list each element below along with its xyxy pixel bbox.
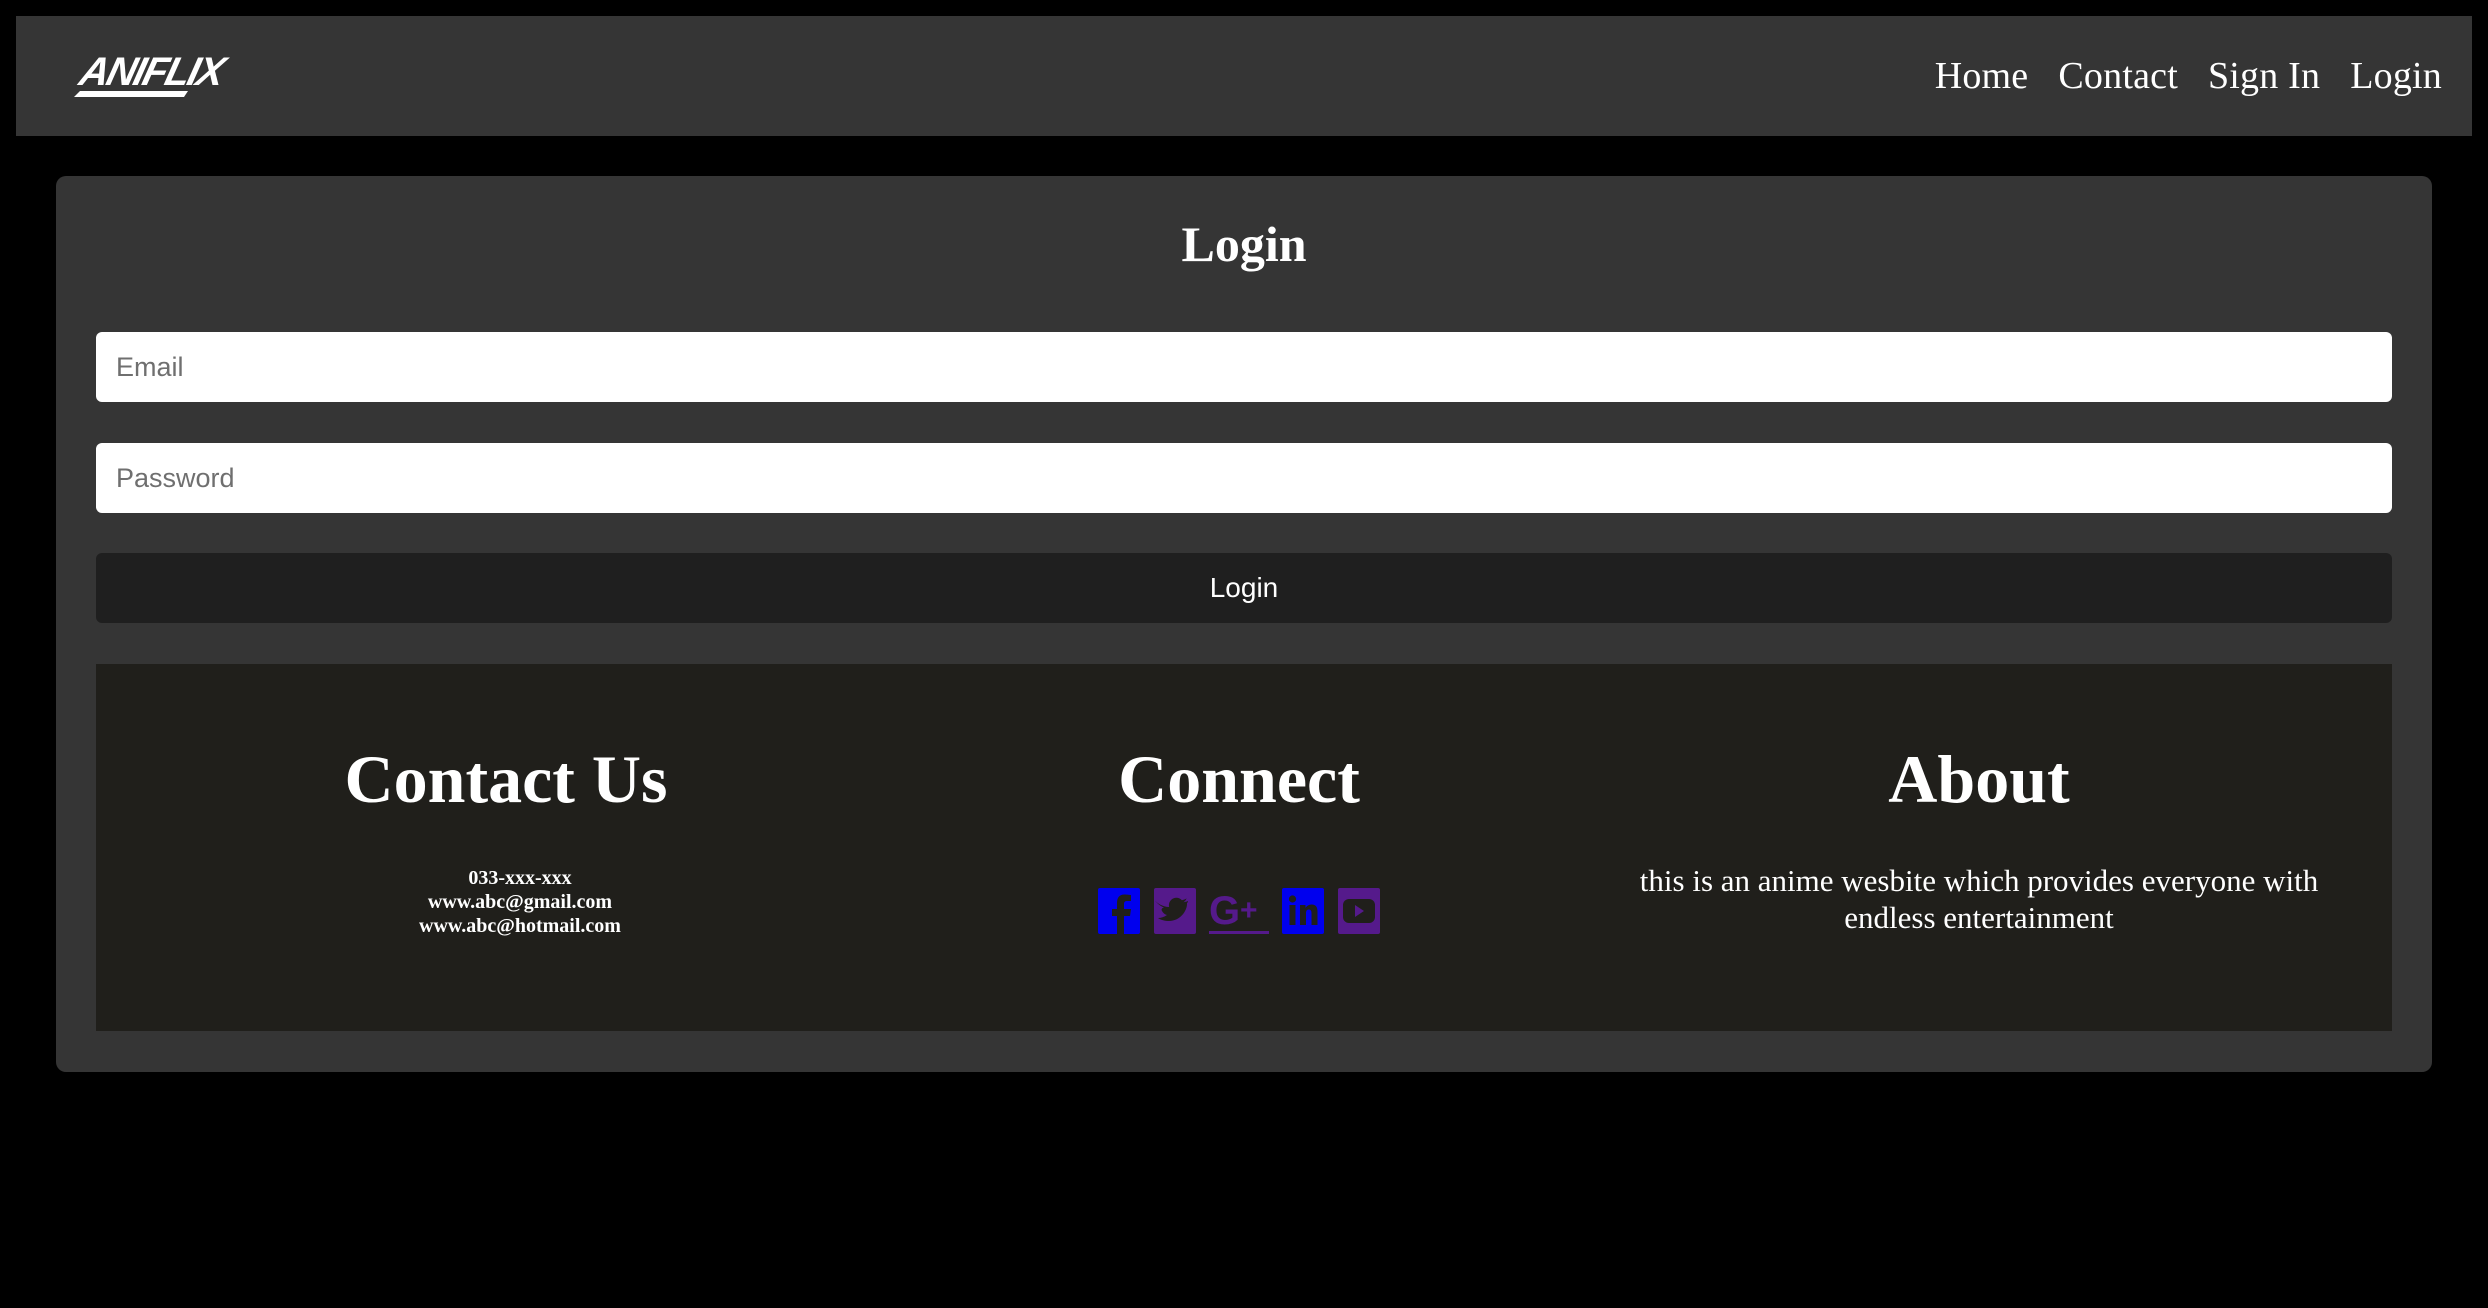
twitter-icon[interactable] xyxy=(1152,886,1198,941)
contact-heading: Contact Us xyxy=(344,741,668,817)
login-card: Login Login Contact Us 033-xxx-xxx www.a… xyxy=(56,176,2432,1072)
facebook-icon[interactable] xyxy=(1096,886,1142,941)
email-field[interactable] xyxy=(96,332,2392,402)
about-heading: About xyxy=(1888,741,2070,817)
nav-login[interactable]: Login xyxy=(2350,54,2442,98)
footer-connect-section: Connect G + xyxy=(816,664,1662,1031)
top-navbar: ANIFLIX Home Contact Sign In Login xyxy=(16,16,2472,136)
aniflix-logo[interactable]: ANIFLIX xyxy=(70,43,233,109)
nav-home[interactable]: Home xyxy=(1935,54,2029,98)
password-field[interactable] xyxy=(96,443,2392,513)
contact-phone: 033-xxx-xxx xyxy=(468,867,572,889)
nav-contact[interactable]: Contact xyxy=(2058,54,2178,98)
connect-heading: Connect xyxy=(1118,741,1360,817)
footer-contact-section: Contact Us 033-xxx-xxx www.abc@gmail.com… xyxy=(96,664,916,1031)
login-title: Login xyxy=(1181,216,1307,272)
login-button[interactable]: Login xyxy=(96,553,2392,623)
linkedin-icon[interactable] xyxy=(1280,886,1326,941)
contact-details: 033-xxx-xxx www.abc@gmail.com www.abc@ho… xyxy=(110,866,930,938)
site-footer: Contact Us 033-xxx-xxx www.abc@gmail.com… xyxy=(96,664,2392,1031)
social-links: G + xyxy=(816,886,1662,941)
main-nav: Home Contact Sign In Login xyxy=(1935,16,2442,136)
svg-text:G: G xyxy=(1209,889,1240,933)
about-description: this is an anime wesbite which provides … xyxy=(1639,863,2319,935)
nav-sign-in[interactable]: Sign In xyxy=(2208,54,2320,98)
footer-about-section: About this is an anime wesbite which pro… xyxy=(1566,664,2392,1031)
youtube-icon[interactable] xyxy=(1336,886,1382,941)
svg-text:+: + xyxy=(1240,894,1258,927)
google-plus-icon[interactable]: G + xyxy=(1208,886,1270,941)
svg-text:ANIFLIX: ANIFLIX xyxy=(74,49,230,94)
contact-email-hotmail: www.abc@hotmail.com xyxy=(419,915,621,937)
contact-email-gmail: www.abc@gmail.com xyxy=(427,891,613,913)
